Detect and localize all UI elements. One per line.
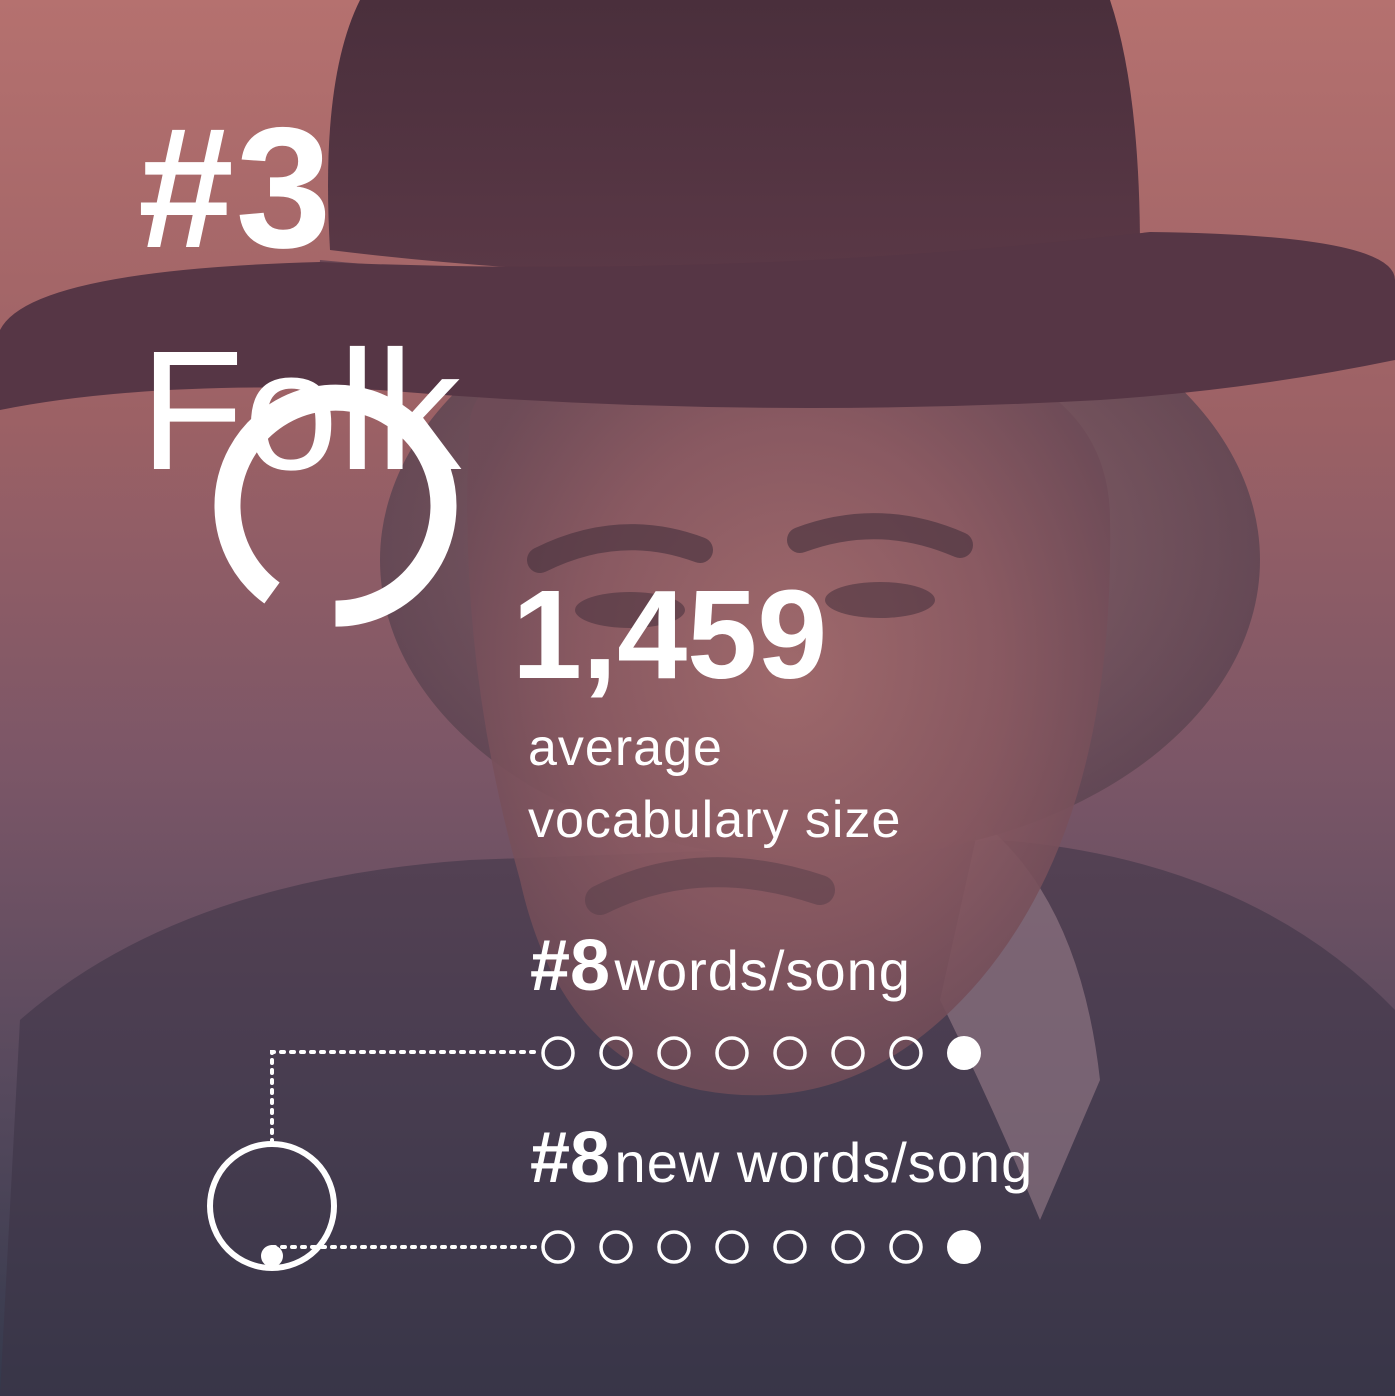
words-per-song-label: words/song: [614, 939, 911, 1002]
dot-empty: [889, 1230, 923, 1264]
new-words-per-song-label: new words/song: [614, 1131, 1034, 1194]
dot-empty: [715, 1230, 749, 1264]
ring-progress-icon: [214, 384, 457, 627]
dot-empty: [541, 1036, 575, 1070]
words-per-song-metric: #8 words/song: [530, 930, 911, 1002]
words-per-song-rank: #8: [530, 926, 611, 1006]
dot-icon: [261, 1245, 283, 1267]
dot-empty: [715, 1036, 749, 1070]
new-words-per-song-dots: [541, 1230, 981, 1264]
vocabulary-label-line1: average: [528, 719, 723, 777]
genre-card: #3 Folk 1,459 average vocabulary size #8…: [0, 0, 1395, 1396]
dot-filled: [947, 1036, 981, 1070]
vocabulary-value: 1,459: [512, 564, 828, 705]
new-words-per-song-rank: #8: [530, 1118, 611, 1198]
dot-empty: [657, 1036, 691, 1070]
dot-empty: [773, 1230, 807, 1264]
dot-empty: [657, 1230, 691, 1264]
dot-empty: [831, 1036, 865, 1070]
connector-line-top: [270, 1050, 542, 1145]
words-per-song-dots: [541, 1036, 981, 1070]
dot-empty: [773, 1036, 807, 1070]
dot-empty: [541, 1230, 575, 1264]
dot-empty: [599, 1036, 633, 1070]
dot-empty: [599, 1230, 633, 1264]
dot-empty: [831, 1230, 865, 1264]
new-words-per-song-metric: #8 new words/song: [530, 1122, 1033, 1194]
vocabulary-label-line2: vocabulary size: [528, 791, 902, 849]
dot-filled: [947, 1230, 981, 1264]
dot-empty: [889, 1036, 923, 1070]
